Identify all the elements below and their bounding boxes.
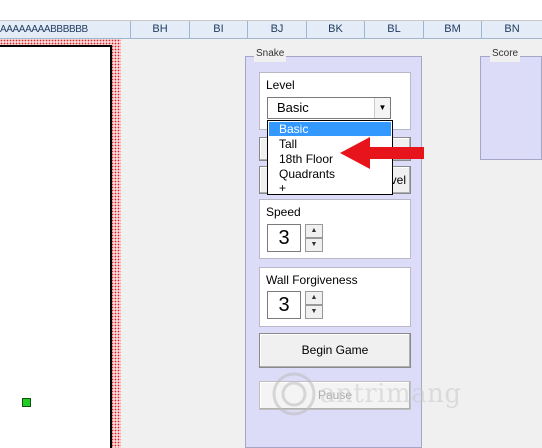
level-selected-value: Basic — [277, 100, 309, 115]
wall-forgiveness-stepper: ▲ ▼ — [305, 291, 323, 319]
wall-forgiveness-label: Wall Forgiveness — [266, 273, 358, 287]
panel-title: Snake — [254, 48, 287, 62]
wall-down-icon[interactable]: ▼ — [305, 305, 323, 319]
speed-up-icon[interactable]: ▲ — [305, 224, 323, 238]
column-header-bi[interactable]: BI — [189, 21, 247, 39]
level-option-add[interactable]: + — [269, 181, 391, 195]
column-header-bk[interactable]: BK — [306, 21, 364, 39]
column-header-bh[interactable]: BH — [130, 21, 189, 39]
watermark: antrimang — [272, 372, 461, 416]
chevron-down-icon[interactable]: ▼ — [374, 98, 390, 118]
watermark-logo-icon — [272, 372, 316, 416]
begin-game-button[interactable]: Begin Game — [259, 333, 411, 368]
column-header-row: AAAAAAAABBBBBB BH BI BJ BK BL BM BN — [0, 21, 542, 39]
level-option-basic[interactable]: Basic — [269, 122, 391, 136]
level-select[interactable]: Basic ▼ — [267, 97, 391, 119]
column-header-bn[interactable]: BN — [481, 21, 542, 39]
level-option-quadrants[interactable]: Quadrants — [269, 167, 391, 181]
watermark-text: antrimang — [320, 379, 462, 409]
level-label: Level — [266, 78, 295, 92]
speed-label: Speed — [266, 205, 301, 219]
speed-down-icon[interactable]: ▼ — [305, 238, 323, 252]
column-header-bm[interactable]: BM — [423, 21, 481, 39]
score-title: Score — [490, 48, 521, 62]
score-panel — [480, 56, 542, 160]
formula-bar[interactable] — [0, 0, 542, 21]
red-arrow-icon — [340, 137, 424, 169]
column-header-bl[interactable]: BL — [364, 21, 423, 39]
snake-food — [22, 398, 31, 407]
game-board — [0, 45, 112, 448]
speed-stepper: ▲ ▼ — [305, 224, 323, 252]
column-header-bj[interactable]: BJ — [247, 21, 306, 39]
narrow-column-headers: AAAAAAAABBBBBB — [0, 24, 88, 35]
wall-up-icon[interactable]: ▲ — [305, 291, 323, 305]
wall-forgiveness-input[interactable]: 3 — [267, 291, 301, 319]
speed-input[interactable]: 3 — [267, 224, 301, 252]
